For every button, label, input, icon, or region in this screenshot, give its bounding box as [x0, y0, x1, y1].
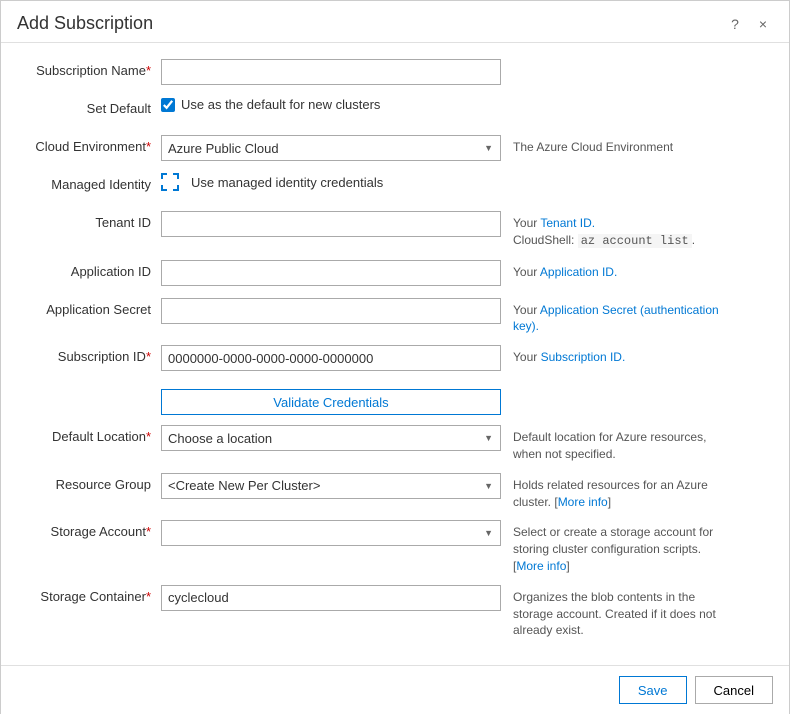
- set-default-checkbox-label: Use as the default for new clusters: [181, 97, 380, 112]
- dialog-title-bar: Add Subscription ? ×: [1, 1, 789, 43]
- cancel-button[interactable]: Cancel: [695, 676, 773, 704]
- default-location-hint: Default location for Azure resources, wh…: [513, 425, 733, 463]
- default-location-select[interactable]: Choose a location: [161, 425, 501, 451]
- set-default-label: Set Default: [21, 97, 161, 116]
- default-location-select-wrapper: Choose a location: [161, 425, 501, 451]
- dialog-title: Add Subscription: [17, 13, 153, 34]
- resource-group-select-wrapper: <Create New Per Cluster>: [161, 473, 501, 499]
- close-button[interactable]: ×: [753, 14, 773, 34]
- resource-group-hint: Holds related resources for an Azure clu…: [513, 473, 733, 511]
- dialog-footer: Save Cancel: [1, 665, 789, 714]
- validate-control: Validate Credentials: [161, 383, 501, 415]
- default-location-row: Default Location* Choose a location Defa…: [21, 425, 769, 463]
- cloud-environment-control: Azure Public Cloud Azure China Cloud Azu…: [161, 135, 501, 161]
- default-location-control: Choose a location: [161, 425, 501, 451]
- managed-identity-control: Use managed identity credentials: [161, 173, 501, 191]
- cloud-environment-hint: The Azure Cloud Environment: [513, 135, 673, 156]
- set-default-control: Use as the default for new clusters: [161, 97, 501, 112]
- application-id-row: Application ID Your Application ID.: [21, 260, 769, 288]
- storage-account-select-wrapper: [161, 520, 501, 546]
- add-subscription-dialog: Add Subscription ? × Subscription Name* …: [0, 0, 790, 714]
- cloud-environment-select-wrapper: Azure Public Cloud Azure China Cloud Azu…: [161, 135, 501, 161]
- resource-group-control: <Create New Per Cluster>: [161, 473, 501, 499]
- set-default-row: Set Default Use as the default for new c…: [21, 97, 769, 125]
- storage-container-label: Storage Container*: [21, 585, 161, 604]
- application-id-label: Application ID: [21, 260, 161, 279]
- resource-group-row: Resource Group <Create New Per Cluster> …: [21, 473, 769, 511]
- save-button[interactable]: Save: [619, 676, 687, 704]
- storage-account-label: Storage Account*: [21, 520, 161, 539]
- tenant-id-link[interactable]: Tenant ID.: [540, 216, 595, 230]
- cloud-environment-label: Cloud Environment*: [21, 135, 161, 154]
- cloud-environment-select[interactable]: Azure Public Cloud Azure China Cloud Azu…: [161, 135, 501, 161]
- managed-identity-label: Managed Identity: [21, 173, 161, 192]
- subscription-id-input[interactable]: [161, 345, 501, 371]
- title-actions: ? ×: [725, 14, 773, 34]
- set-default-checkbox[interactable]: [161, 98, 175, 112]
- application-id-link[interactable]: Application ID.: [540, 265, 617, 279]
- subscription-name-input[interactable]: [161, 59, 501, 85]
- managed-identity-checkbox[interactable]: [161, 173, 179, 191]
- managed-identity-row: Managed Identity Use managed identity cr…: [21, 173, 769, 201]
- subscription-id-hint: Your Subscription ID.: [513, 345, 625, 366]
- tenant-id-code: az account list: [578, 234, 692, 248]
- default-location-label: Default Location*: [21, 425, 161, 444]
- subscription-name-control: [161, 59, 501, 85]
- cloud-environment-row: Cloud Environment* Azure Public Cloud Az…: [21, 135, 769, 163]
- application-secret-label: Application Secret: [21, 298, 161, 317]
- application-id-hint: Your Application ID.: [513, 260, 617, 281]
- subscription-id-control: [161, 345, 501, 371]
- subscription-id-label: Subscription ID*: [21, 345, 161, 364]
- application-secret-control: [161, 298, 501, 324]
- tenant-id-row: Tenant ID Your Tenant ID. CloudShell: az…: [21, 211, 769, 250]
- application-id-control: [161, 260, 501, 286]
- tenant-id-label: Tenant ID: [21, 211, 161, 230]
- tenant-id-input[interactable]: [161, 211, 501, 237]
- storage-account-control: [161, 520, 501, 546]
- storage-container-input[interactable]: [161, 585, 501, 611]
- subscription-name-label: Subscription Name*: [21, 59, 161, 78]
- storage-container-control: [161, 585, 501, 611]
- storage-account-hint: Select or create a storage account for s…: [513, 520, 733, 574]
- validate-row: Validate Credentials: [21, 383, 769, 415]
- set-default-checkbox-row: Use as the default for new clusters: [161, 97, 501, 112]
- application-secret-hint: Your Application Secret (authentication …: [513, 298, 733, 336]
- subscription-name-row: Subscription Name*: [21, 59, 769, 87]
- dialog-body: Subscription Name* Set Default Use as th…: [1, 43, 789, 665]
- application-secret-link[interactable]: Application Secret (authentication key).: [513, 303, 719, 334]
- managed-identity-checkbox-row: Use managed identity credentials: [161, 173, 501, 191]
- storage-account-more-info-link[interactable]: More info: [516, 559, 566, 573]
- storage-container-hint: Organizes the blob contents in the stora…: [513, 585, 733, 639]
- storage-container-row: Storage Container* Organizes the blob co…: [21, 585, 769, 639]
- managed-identity-checkbox-label: Use managed identity credentials: [191, 175, 383, 190]
- application-secret-row: Application Secret Your Application Secr…: [21, 298, 769, 336]
- help-button[interactable]: ?: [725, 14, 745, 34]
- tenant-id-control: [161, 211, 501, 237]
- validate-spacer: [21, 383, 161, 387]
- resource-group-select[interactable]: <Create New Per Cluster>: [161, 473, 501, 499]
- storage-account-row: Storage Account* Select or create a stor…: [21, 520, 769, 574]
- subscription-id-row: Subscription ID* Your Subscription ID.: [21, 345, 769, 373]
- application-secret-input[interactable]: [161, 298, 501, 324]
- application-id-input[interactable]: [161, 260, 501, 286]
- subscription-id-link[interactable]: Subscription ID.: [541, 350, 626, 364]
- tenant-id-hint: Your Tenant ID. CloudShell: az account l…: [513, 211, 695, 250]
- storage-account-select[interactable]: [161, 520, 501, 546]
- resource-group-more-info-link[interactable]: More info: [558, 495, 608, 509]
- resource-group-label: Resource Group: [21, 473, 161, 492]
- validate-credentials-button[interactable]: Validate Credentials: [161, 389, 501, 415]
